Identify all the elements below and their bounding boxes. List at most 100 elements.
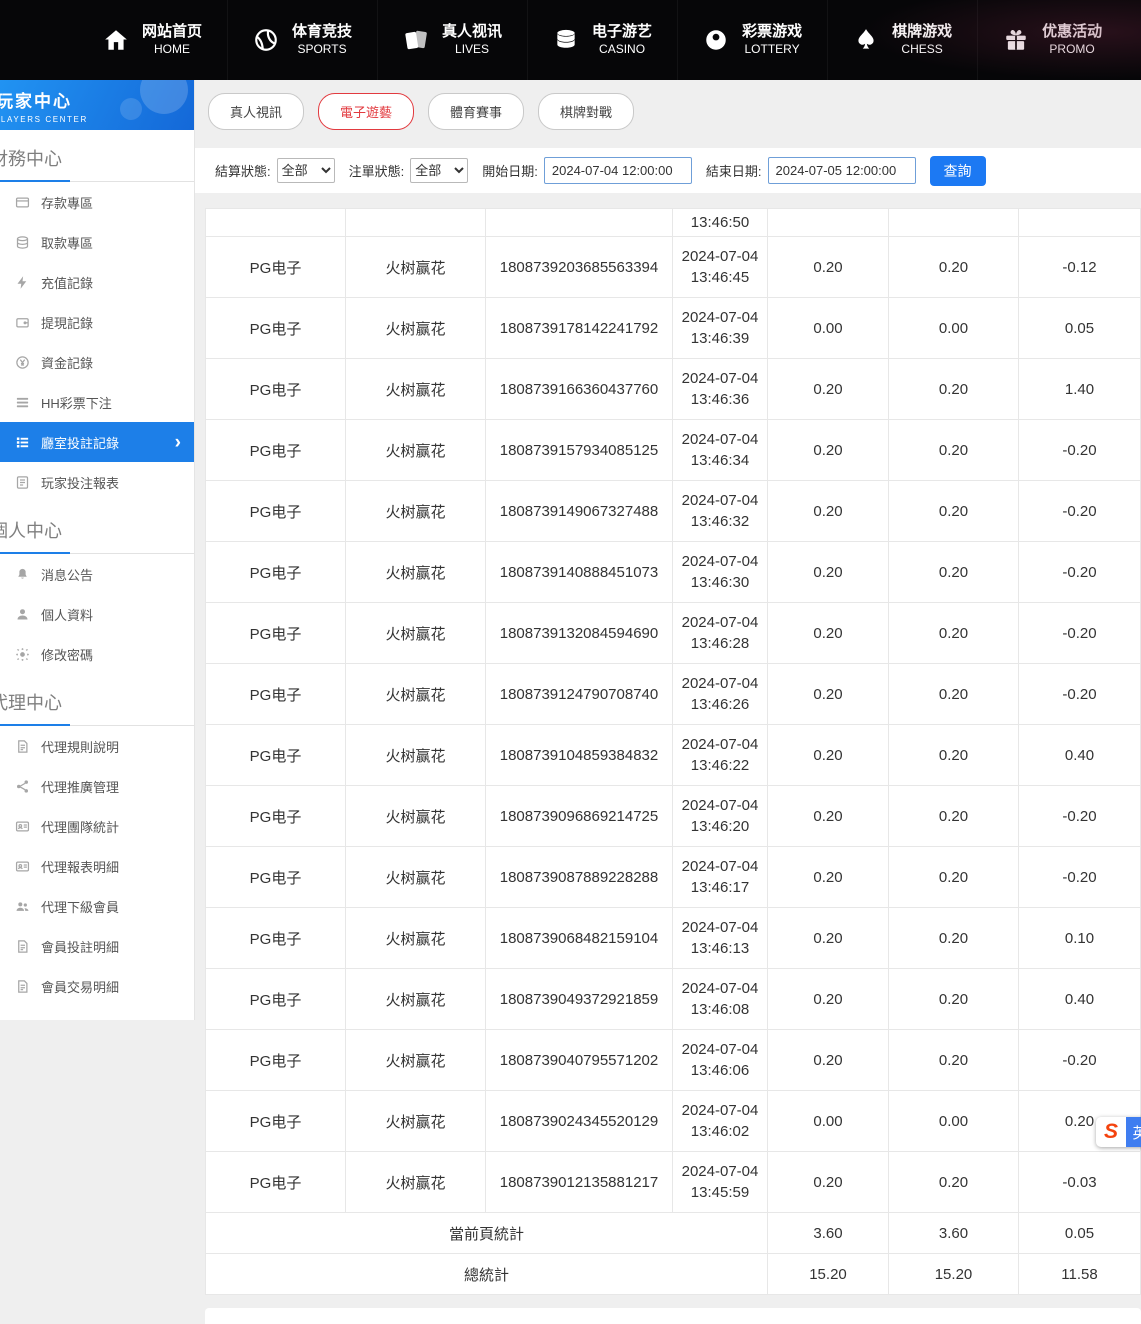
cell-order: 1808739096869214725 [486,786,673,847]
nav-item-sports[interactable]: 体育竞技SPORTS [227,0,377,80]
sidebar-item-announcements[interactable]: 消息公告 [0,554,194,594]
sidebar-item-agent-members[interactable]: 代理下級會員 [0,886,194,926]
cell-game: 火树赢花 [346,1152,486,1213]
funds-icon [15,355,30,370]
sidebar-item-agent-promo[interactable]: 代理推廣管理 [0,766,194,806]
sports-icon [253,27,279,53]
sidebar-item-label: HH彩票下注 [41,393,112,412]
sidebar-item-label: 會員投註明細 [41,937,119,956]
sidebar-item-label: 充值記錄 [41,273,93,292]
sidebar-item-hh-lottery-bet[interactable]: HH彩票下注 [0,382,194,422]
cell-bet: 0.00 [768,298,889,359]
tab-board-games[interactable]: 棋牌對戰 [538,93,634,130]
cell-time: 2024-07-0413:46:22 [673,725,768,786]
sidebar-item-member-bets[interactable]: 會員投註明細 [0,926,194,966]
sidebar-section-head: 個人中心 [0,502,194,554]
sidebar-item-player-report[interactable]: 玩家投注報表 [0,462,194,502]
sidebar-item-label: 代理下級會員 [41,897,119,916]
cell-valid: 0.20 [889,1152,1019,1213]
cell-game: 火树赢花 [346,664,486,725]
cell-time: 2024-07-0413:46:30 [673,542,768,603]
end-date-input[interactable] [768,157,916,184]
cell-profit: -0.20 [1019,847,1141,908]
chess-icon [853,27,879,53]
table-row: PG电子火树赢花18087390878892282882024-07-0413:… [206,847,1141,908]
cell-profit: 0.10 [1019,908,1141,969]
table-row: PG电子火树赢花18087391408884510732024-07-0413:… [206,542,1141,603]
cell-time: 2024-07-0413:46:08 [673,969,768,1030]
sidebar-item-room-bet-record[interactable]: 廳室投註記錄› [0,422,194,462]
cell-time: 2024-07-0413:45:59 [673,1152,768,1213]
nav-item-lottery[interactable]: 彩票游戏LOTTERY [677,0,827,80]
cell-valid: 0.20 [889,237,1019,298]
cell-bet: 0.00 [768,1091,889,1152]
grand-total-label: 總統計 [206,1254,768,1295]
nav-item-lives[interactable]: 真人视讯LIVES [377,0,527,80]
cell-valid: 0.20 [889,359,1019,420]
cell-order: 1808739132084594690 [486,603,673,664]
promo-icon [1003,27,1029,53]
cell-game: 火树赢花 [346,481,486,542]
sidebar-item-agent-team[interactable]: 代理團隊統計 [0,806,194,846]
search-button[interactable]: 查詢 [930,156,986,186]
cell-valid: 0.20 [889,664,1019,725]
cell-platform: PG电子 [206,420,346,481]
nav-item-chess[interactable]: 棋牌游戏CHESS [827,0,977,80]
cell-profit: 1.40 [1019,359,1141,420]
nav-item-promo[interactable]: 优惠活动PROMO [977,0,1127,80]
bet-records-table: 13:46:50PG电子火树赢花18087392036855633942024-… [205,208,1141,1295]
tab-e-games[interactable]: 電子遊藝 [318,93,414,130]
bell-icon [15,567,30,582]
nav-item-casino[interactable]: 电子游艺CASINO [527,0,677,80]
cell-order: 1808739203685563394 [486,237,673,298]
bet-status-select[interactable]: 全部 [410,158,468,183]
cell-game: 火树赢花 [346,420,486,481]
sidebar-item-member-trades[interactable]: 會員交易明細 [0,966,194,1006]
sidebar-item-withdraw-record[interactable]: 提現記錄 [0,302,194,342]
nav-item-label: 真人视讯LIVES [442,22,502,57]
sidebar-item-recharge-record[interactable]: 充值記錄 [0,262,194,302]
sidebar-item-change-password[interactable]: 修改密碼 [0,634,194,674]
sidebar-section-title: 財務中心 [0,145,62,171]
sidebar-item-agent-rules[interactable]: 代理規則說明 [0,726,194,766]
cell-profit: -0.20 [1019,664,1141,725]
sidebar-item-agent-report[interactable]: 代理報表明細 [0,846,194,886]
cards-icon [403,27,429,53]
cell-order: 1808739178142241792 [486,298,673,359]
cell-game: 火树赢花 [346,1091,486,1152]
page-total-bet: 3.60 [768,1213,889,1254]
cell-order: 1808739040795571202 [486,1030,673,1091]
doc-icon [15,979,30,994]
sidebar-item-label: 廳室投註記錄 [41,433,119,452]
cell-profit: 0.05 [1019,298,1141,359]
cell-time: 2024-07-0413:46:45 [673,237,768,298]
sidebar-section-title: 代理中心 [0,689,62,715]
table-row: PG电子火树赢花18087391781422417922024-07-0413:… [206,298,1141,359]
nav-item-home[interactable]: 网站首页HOME [78,0,227,80]
pagination-panel [205,1308,1141,1324]
ime-indicator[interactable]: S 英 [1096,1117,1141,1147]
cell-time: 2024-07-0413:46:39 [673,298,768,359]
cell-bet: 0.20 [768,786,889,847]
tab-live-video[interactable]: 真人視訊 [208,93,304,130]
sidebar-section-head: 代理中心 [0,674,194,726]
sidebar-item-funds-record[interactable]: 資金記錄 [0,342,194,382]
table-row: PG电子火树赢花18087390121358812172024-07-0413:… [206,1152,1141,1213]
people-icon [15,899,30,914]
sidebar-item-profile[interactable]: 個人資料 [0,594,194,634]
sidebar-item-withdraw-zone[interactable]: 取款專區 [0,222,194,262]
doc-icon [15,939,30,954]
cell-game [346,209,486,237]
cell-time: 2024-07-0413:46:17 [673,847,768,908]
table-row: PG电子火树赢花18087391247907087402024-07-0413:… [206,664,1141,725]
tab-sports-events[interactable]: 體育賽事 [428,93,524,130]
cell-time: 2024-07-0413:46:06 [673,1030,768,1091]
person-icon [15,607,30,622]
start-date-input[interactable] [544,157,692,184]
cell-valid [889,209,1019,237]
sidebar-item-label: 提現記錄 [41,313,93,332]
sidebar: 玩家中心 PLAYERS CENTER 財務中心存款專區取款專區充值記錄提現記錄… [0,80,195,1020]
table-row: PG电子火树赢花18087391663604377602024-07-0413:… [206,359,1141,420]
sidebar-item-deposit-zone[interactable]: 存款專區 [0,182,194,222]
settle-status-select[interactable]: 全部 [277,158,335,183]
